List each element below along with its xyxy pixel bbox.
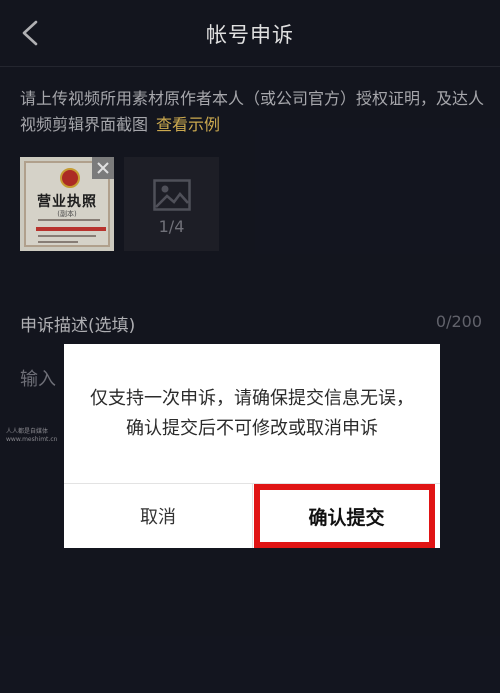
confirm-submit-button[interactable]: 确认提交 — [253, 484, 440, 548]
appeal-screen: 帐号申诉 请上传视频所用素材原作者本人（或公司官方）授权证明，及达人视频剪辑界面… — [0, 0, 500, 693]
confirm-dialog: 仅支持一次申诉，请确保提交信息无误，确认提交后不可修改或取消申诉 取消 确认提交 — [64, 344, 440, 548]
cancel-button[interactable]: 取消 — [64, 484, 252, 548]
dialog-message: 仅支持一次申诉，请确保提交信息无误，确认提交后不可修改或取消申诉 — [90, 388, 414, 439]
